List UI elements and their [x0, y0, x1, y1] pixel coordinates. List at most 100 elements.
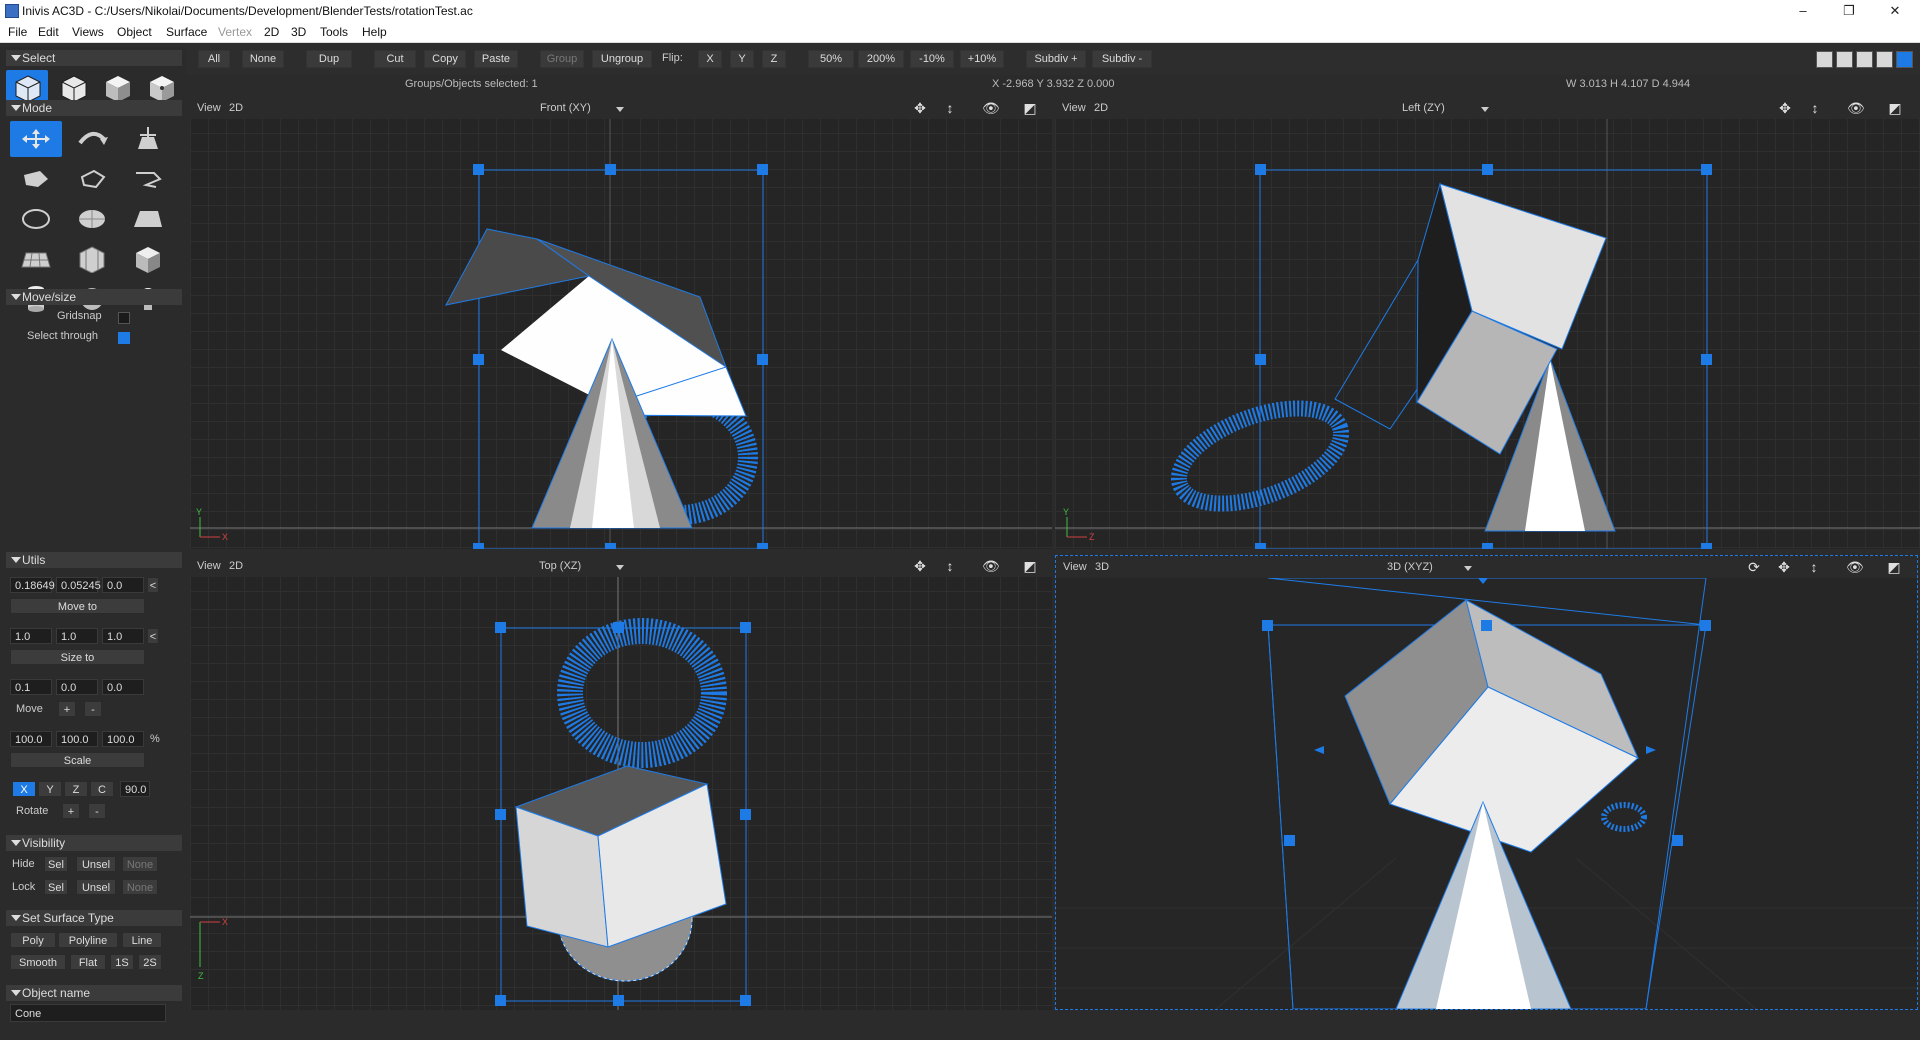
pos-z-field[interactable]: 0.0: [102, 577, 144, 593]
copy-button[interactable]: Copy: [424, 50, 466, 68]
move-y-field[interactable]: 0.0: [56, 679, 98, 695]
view-mode-toggle[interactable]: 2D: [229, 102, 243, 114]
get-size-button[interactable]: <: [147, 628, 159, 644]
box-tool[interactable]: [122, 241, 174, 277]
gridsnap-checkbox[interactable]: [118, 312, 130, 324]
maximize-view-icon[interactable]: ◩: [1887, 100, 1903, 116]
trapezoid-tool[interactable]: [122, 201, 174, 237]
menu-file[interactable]: File: [8, 25, 27, 39]
zoom-200-button[interactable]: 200%: [858, 50, 904, 68]
minimize-button[interactable]: –: [1780, 0, 1826, 22]
rotate-axis-c-button[interactable]: C: [90, 781, 114, 797]
select-all-button[interactable]: All: [198, 50, 230, 68]
flip-z-button[interactable]: Z: [762, 50, 786, 68]
view-name[interactable]: 3D (XYZ): [1387, 561, 1433, 573]
view-menu[interactable]: View: [197, 560, 221, 572]
3d-canvas[interactable]: [1056, 578, 1917, 1009]
maximize-view-icon[interactable]: ◩: [1886, 559, 1902, 575]
zoom-plus10-button[interactable]: +10%: [960, 50, 1004, 68]
viewport-front[interactable]: View 2D Front (XY) ✥ ↕ 👁 ◩ Y X: [190, 97, 1052, 549]
surface-flat-button[interactable]: Flat: [70, 954, 106, 970]
maximize-view-icon[interactable]: ◩: [1022, 558, 1038, 574]
rotate-plus-button[interactable]: +: [62, 803, 80, 819]
move-minus-button[interactable]: -: [84, 701, 102, 717]
view-mode-toggle[interactable]: 2D: [229, 560, 243, 572]
subdiv-minus-button[interactable]: Subdiv -: [1092, 50, 1152, 68]
view-name[interactable]: Front (XY): [540, 102, 591, 114]
surface-1s-button[interactable]: 1S: [110, 954, 134, 970]
layout-quad-icon[interactable]: [1896, 51, 1913, 68]
scale-button[interactable]: Scale: [10, 752, 145, 768]
rotate-axis-y-button[interactable]: Y: [38, 781, 62, 797]
front-canvas[interactable]: Y X: [190, 119, 1052, 549]
viewport-left[interactable]: View 2D Left (ZY) ✥ ↕ 👁 ◩ Y Z: [1055, 97, 1920, 549]
menu-object[interactable]: Object: [117, 25, 152, 39]
surface-polyline-button[interactable]: Polyline: [58, 932, 118, 948]
menu-3d[interactable]: 3D: [291, 25, 306, 39]
pan-icon[interactable]: ✥: [912, 100, 928, 116]
menu-views[interactable]: Views: [72, 25, 104, 39]
menu-surface[interactable]: Surface: [166, 25, 207, 39]
view-mode-toggle[interactable]: 2D: [1094, 102, 1108, 114]
view-name[interactable]: Top (XZ): [539, 560, 581, 572]
flip-y-button[interactable]: Y: [730, 50, 754, 68]
close-button[interactable]: ✕: [1872, 0, 1918, 22]
move-mode-tool[interactable]: [10, 121, 62, 157]
eye-icon[interactable]: 👁: [1847, 100, 1865, 116]
surface-type-section-header[interactable]: Set Surface Type: [6, 910, 182, 926]
subdiv-plus-button[interactable]: Subdiv +: [1026, 50, 1086, 68]
view-dropdown-icon[interactable]: [1481, 107, 1489, 112]
menu-tools[interactable]: Tools: [320, 25, 348, 39]
eye-icon[interactable]: 👁: [982, 558, 1000, 574]
scale-x-field[interactable]: 100.0: [10, 731, 52, 747]
mesh-tool[interactable]: [10, 241, 62, 277]
size-x-field[interactable]: 1.0: [10, 628, 52, 644]
pos-x-field[interactable]: 0.18649: [10, 577, 55, 593]
lock-unsel-button[interactable]: Unsel: [76, 879, 116, 895]
surface-poly-button[interactable]: Poly: [10, 932, 56, 948]
maximize-button[interactable]: ❐: [1826, 0, 1872, 22]
pan-icon[interactable]: ✥: [1776, 559, 1792, 575]
pos-y-field[interactable]: 0.05245: [56, 577, 101, 593]
maximize-view-icon[interactable]: ◩: [1022, 100, 1038, 116]
left-canvas[interactable]: Y Z: [1055, 119, 1920, 549]
zoom-icon[interactable]: ↕: [942, 100, 958, 116]
layout-triple-icon[interactable]: [1876, 51, 1893, 68]
size-y-field[interactable]: 1.0: [56, 628, 98, 644]
eye-icon[interactable]: 👁: [982, 100, 1000, 116]
top-canvas[interactable]: Z X: [190, 577, 1052, 1010]
zoom-icon[interactable]: ↕: [1806, 559, 1822, 575]
zoom-icon[interactable]: ↕: [1807, 100, 1823, 116]
view-menu[interactable]: View: [1062, 102, 1086, 114]
move-plus-button[interactable]: +: [58, 701, 76, 717]
view-dropdown-icon[interactable]: [616, 107, 624, 112]
rotate-axis-z-button[interactable]: Z: [64, 781, 88, 797]
ellipse-tool[interactable]: [10, 201, 62, 237]
view-mode-toggle[interactable]: 3D: [1095, 561, 1109, 573]
view-menu[interactable]: View: [1063, 561, 1087, 573]
ungroup-button[interactable]: Ungroup: [592, 50, 652, 68]
menu-2d[interactable]: 2D: [264, 25, 279, 39]
group-button[interactable]: Group: [540, 50, 584, 68]
viewport-top[interactable]: View 2D Top (XZ) ✥ ↕ 👁 ◩ Z X: [190, 555, 1052, 1010]
size-z-field[interactable]: 1.0: [102, 628, 144, 644]
hide-sel-button[interactable]: Sel: [44, 856, 68, 872]
lock-sel-button[interactable]: Sel: [44, 879, 68, 895]
layout-single-icon[interactable]: [1816, 51, 1833, 68]
line-tool[interactable]: [122, 161, 174, 197]
zoom-minus10-button[interactable]: -10%: [910, 50, 954, 68]
surface-smooth-button[interactable]: Smooth: [10, 954, 66, 970]
select-through-checkbox[interactable]: [118, 332, 130, 344]
scale-z-field[interactable]: 100.0: [102, 731, 144, 747]
hide-unsel-button[interactable]: Unsel: [76, 856, 116, 872]
eye-icon[interactable]: 👁: [1846, 559, 1864, 575]
viewport-3d[interactable]: View 3D 3D (XYZ) ⟳ ✥ ↕ 👁 ◩: [1055, 555, 1918, 1010]
menu-vertex[interactable]: Vertex: [218, 25, 252, 39]
view-menu[interactable]: View: [197, 102, 221, 114]
utils-section-header[interactable]: Utils: [6, 552, 182, 568]
rotate-view-icon[interactable]: ⟳: [1746, 559, 1762, 575]
disk-tool[interactable]: [66, 201, 118, 237]
resize-mode-tool[interactable]: [122, 121, 174, 157]
zoom-icon[interactable]: ↕: [942, 558, 958, 574]
move-z-field[interactable]: 0.0: [102, 679, 144, 695]
